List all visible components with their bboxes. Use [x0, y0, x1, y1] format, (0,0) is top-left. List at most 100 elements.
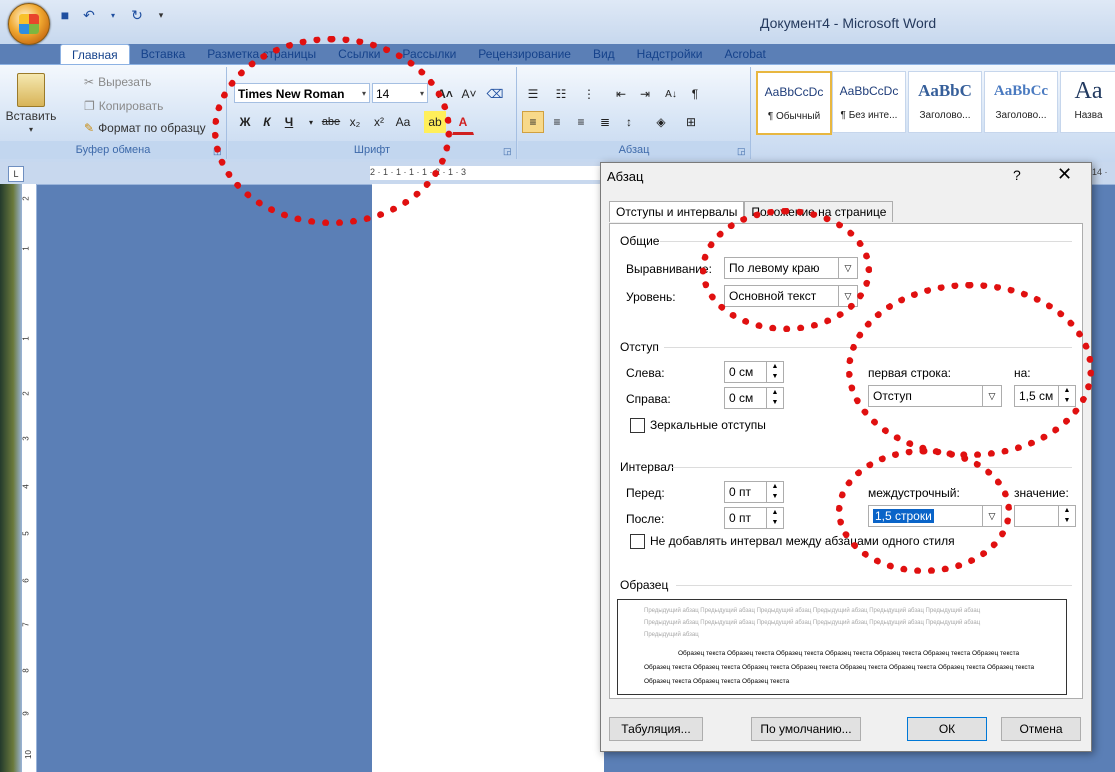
after-label: После:	[626, 512, 665, 526]
clear-format-icon[interactable]: ⌫	[484, 83, 506, 105]
before-label: Перед:	[626, 486, 665, 500]
pilcrow-icon[interactable]: ¶	[684, 83, 706, 105]
desktop-background	[0, 184, 22, 772]
spinner-icon[interactable]: ▲ ▼	[766, 508, 783, 528]
tab-home[interactable]: Главная	[60, 44, 130, 66]
paragraph-group-label: Абзац	[518, 141, 750, 159]
close-icon[interactable]: ✕	[1057, 164, 1072, 185]
vruler-mark: 6	[21, 578, 31, 583]
before-input[interactable]: 0 пт ▲ ▼	[724, 481, 784, 503]
align-left-icon[interactable]: ≡	[522, 111, 544, 133]
sort-icon[interactable]: A↓	[660, 83, 682, 105]
redo-icon[interactable]: ↻	[128, 6, 146, 24]
document-page[interactable]	[372, 184, 604, 772]
shrink-font-icon[interactable]: A˅	[458, 83, 480, 105]
tab-acrobat[interactable]: Acrobat	[714, 44, 777, 66]
line-spacing-icon[interactable]: ↕	[618, 111, 640, 133]
font-color-icon[interactable]: A	[452, 111, 474, 135]
decrease-indent-icon[interactable]: ⇤	[610, 83, 632, 105]
office-button[interactable]	[8, 3, 50, 45]
preview-section-label: Образец	[620, 578, 669, 592]
vertical-ruler[interactable]: 2 1 1 2 3 4 5 6 7 8 9 10	[22, 184, 37, 772]
dialog-launcher-icon[interactable]: ◲	[503, 146, 513, 156]
indent-section-label: Отступ	[620, 340, 659, 354]
spacing-value-label: значение:	[1014, 486, 1069, 500]
ruler-right-mark: 14 ·	[1092, 167, 1108, 177]
align-center-icon[interactable]: ≡	[546, 111, 568, 133]
copy-button[interactable]: ❐ Копировать	[84, 99, 163, 113]
style-normal[interactable]: AaBbCcDc ¶ Обычный	[756, 71, 832, 135]
spacing-value-input[interactable]: ▲ ▼	[1014, 505, 1076, 527]
divider	[676, 585, 1072, 586]
annotation-circle	[836, 448, 1012, 574]
tab-view[interactable]: Вид	[582, 44, 626, 66]
before-value: 0 пт	[729, 485, 752, 499]
clipboard-group-label: Буфер обмена	[0, 141, 226, 159]
tab-indents-spacing[interactable]: Отступы и интервалы	[609, 201, 745, 222]
quick-access-toolbar: ■ ↶ ▾ ↻ ▾	[56, 4, 176, 26]
undo-icon[interactable]: ↶	[80, 6, 98, 24]
style-no-spacing[interactable]: AaBbCcDc ¶ Без инте...	[832, 71, 906, 133]
vruler-mark: 1	[21, 336, 31, 341]
annotation-circle	[700, 208, 872, 332]
left-indent-input[interactable]: 0 см ▲ ▼	[724, 361, 784, 383]
multilevel-list-icon[interactable]: ⋮	[578, 83, 600, 105]
undo-dropdown-icon[interactable]: ▾	[104, 6, 122, 24]
preview-box: Предыдущий абзац Предыдущий абзац Предыд…	[617, 599, 1067, 695]
align-right-icon[interactable]: ≡	[570, 111, 592, 133]
tabs-button[interactable]: Табуляция...	[609, 717, 703, 741]
shading-icon[interactable]: ◈	[650, 111, 672, 133]
style-heading-1[interactable]: AaBbC Заголово...	[908, 71, 982, 133]
paste-button[interactable]: Вставить ▾	[6, 73, 56, 134]
ok-button[interactable]: ОК	[907, 717, 987, 741]
save-icon[interactable]: ■	[56, 6, 74, 24]
help-icon[interactable]: ?	[1013, 167, 1021, 183]
mirror-indents-checkbox[interactable]	[630, 418, 645, 433]
left-indent-value: 0 см	[729, 365, 754, 379]
style-heading-2[interactable]: AaBbCc Заголово...	[984, 71, 1058, 133]
customize-qat-icon[interactable]: ▾	[152, 6, 170, 24]
paste-label: Вставить	[5, 109, 57, 123]
cancel-button[interactable]: Отмена	[1001, 717, 1081, 741]
after-input[interactable]: 0 пт ▲ ▼	[724, 507, 784, 529]
tab-addins[interactable]: Надстройки	[626, 44, 714, 66]
borders-icon[interactable]: ⊞	[680, 111, 702, 133]
preview-sample-line: Образец текста Образец текста Образец те…	[678, 650, 1020, 657]
window-title: Документ4 - Microsoft Word	[760, 15, 937, 31]
vruler-mark: 5	[21, 531, 31, 536]
set-default-button[interactable]: По умолчанию...	[751, 717, 861, 741]
preview-prev-line: Предыдущий абзац Предыдущий абзац Предыд…	[644, 608, 981, 614]
preview-sample-line: Образец текста Образец текста Образец те…	[644, 678, 790, 685]
cut-button[interactable]: ✂ Вырезать	[84, 75, 151, 89]
format-painter-button[interactable]: ✎ Формат по образцу	[84, 121, 206, 135]
format-painter-label: Формат по образцу	[98, 121, 206, 135]
cut-label: Вырезать	[98, 75, 152, 89]
vruler-mark: 8	[21, 668, 31, 673]
spinner-icon[interactable]: ▲ ▼	[766, 388, 783, 408]
dialog-launcher-icon[interactable]: ◲	[737, 146, 747, 156]
justify-icon[interactable]: ≣	[594, 111, 616, 133]
mirror-indents-label: Зеркальные отступы	[650, 418, 766, 432]
annotation-circle	[846, 282, 1094, 458]
vruler-mark: 7	[21, 622, 31, 627]
ribbon: Вставить ▾ ✂ Вырезать ❐ Копировать ✎ Формат…	[0, 64, 1115, 164]
spinner-icon[interactable]: ▲ ▼	[1058, 506, 1075, 526]
style-name: ¶ Без инте...	[840, 110, 898, 121]
spinner-icon[interactable]: ▲ ▼	[766, 362, 783, 382]
tab-review[interactable]: Рецензирование	[467, 44, 582, 66]
increase-indent-icon[interactable]: ⇥	[634, 83, 656, 105]
tab-insert[interactable]: Вставка	[130, 44, 197, 66]
spinner-icon[interactable]: ▲ ▼	[766, 482, 783, 502]
copy-label: Копировать	[98, 99, 164, 113]
vruler-mark: 10	[23, 750, 33, 759]
style-title[interactable]: Aa Назва	[1060, 71, 1115, 133]
bullets-icon[interactable]: ☰	[522, 83, 544, 105]
no-add-spacing-checkbox[interactable]	[630, 534, 645, 549]
right-indent-input[interactable]: 0 см ▲ ▼	[724, 387, 784, 409]
style-name: Заголово...	[919, 110, 971, 121]
style-sample: AaBbCcDc	[764, 85, 824, 99]
tab-selector[interactable]: L	[8, 166, 24, 182]
brush-icon: ✎	[84, 121, 95, 135]
numbering-icon[interactable]: ☷	[550, 83, 572, 105]
after-value: 0 пт	[729, 511, 752, 525]
